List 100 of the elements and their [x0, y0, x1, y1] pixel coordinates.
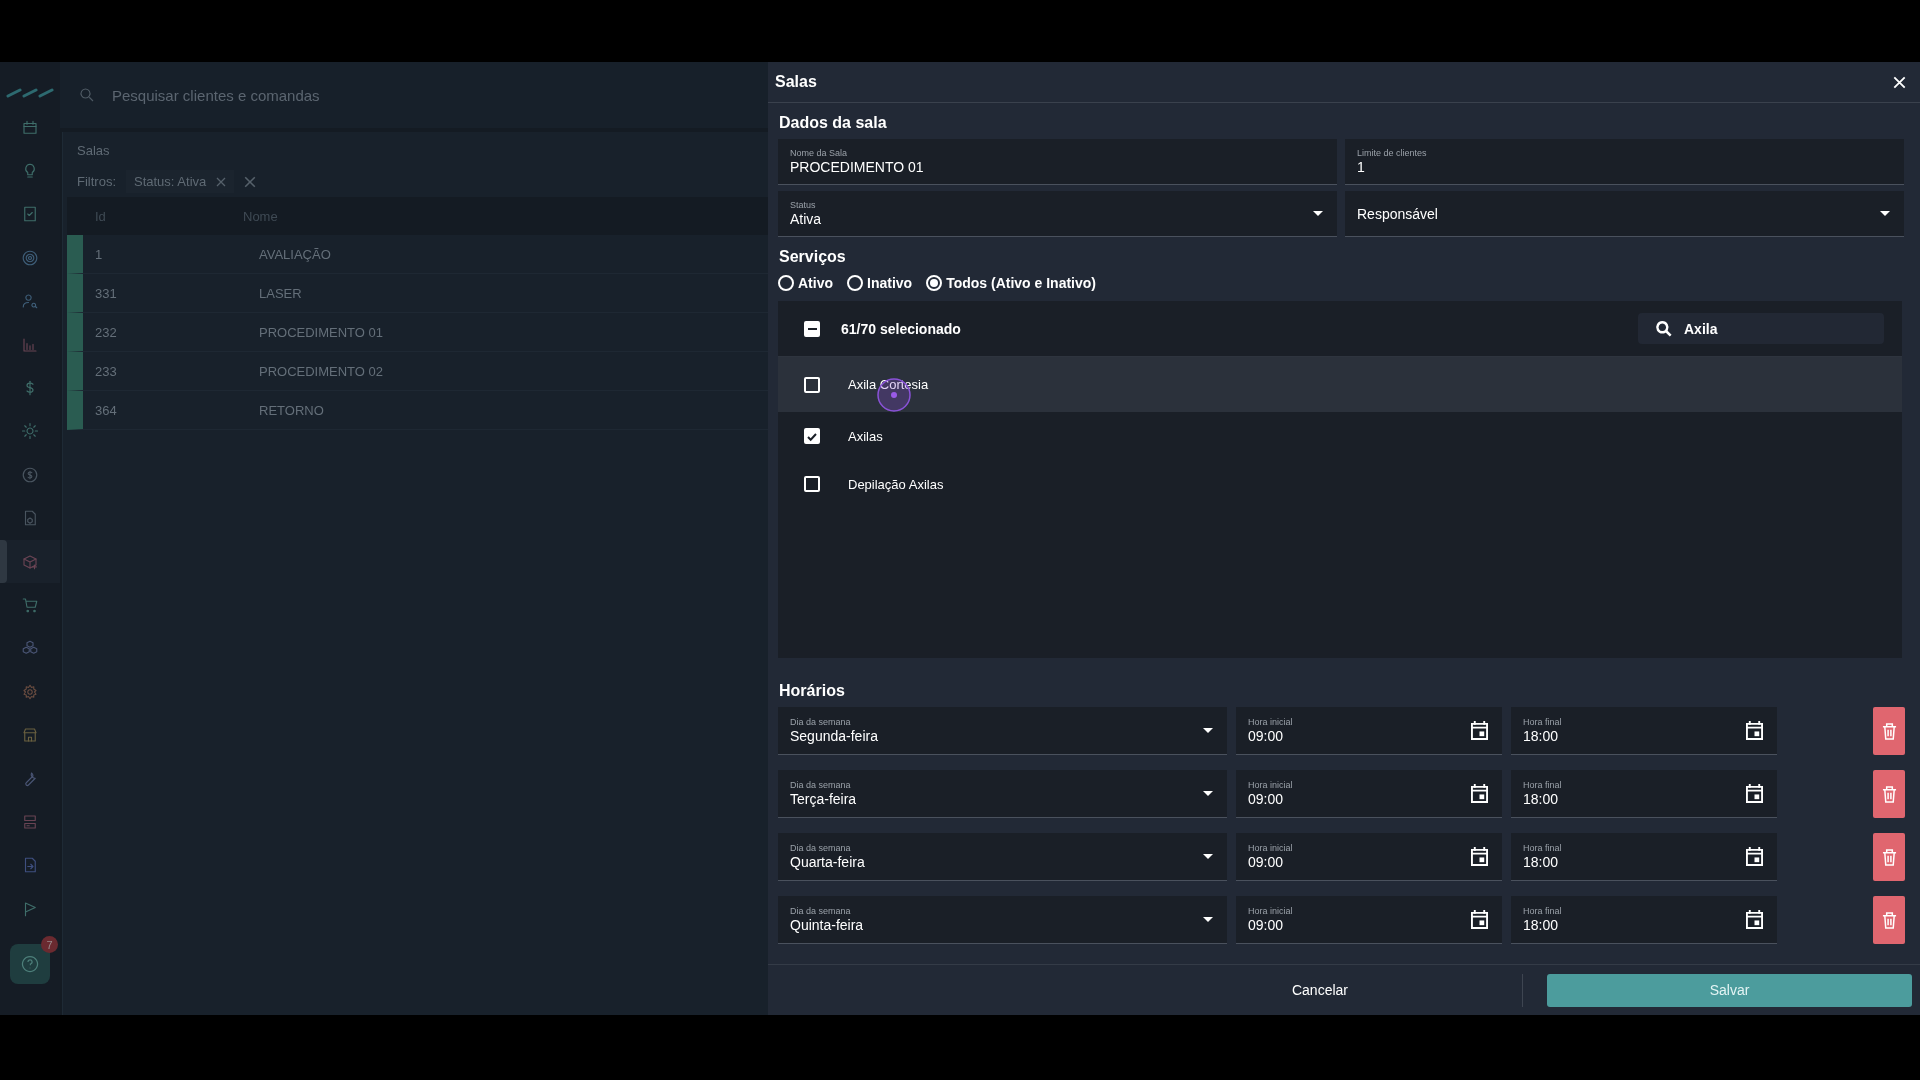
target-icon — [21, 248, 39, 267]
table-cell-text: 233 — [94, 363, 118, 379]
calendar-icon[interactable] — [1471, 847, 1488, 866]
search-icon — [1654, 319, 1674, 339]
calendar-icon[interactable] — [1746, 847, 1763, 866]
calendar-icon[interactable] — [1746, 784, 1763, 803]
field-label: Hora inicial — [1248, 906, 1293, 916]
radio-option[interactable]: Ativo — [778, 275, 833, 291]
field-label: Dia da semana — [790, 717, 852, 727]
calendar-icon[interactable] — [1471, 721, 1488, 740]
field-value: 18:00 — [1523, 854, 1560, 870]
store-icon — [21, 726, 39, 745]
caret-icon — [1203, 791, 1213, 796]
table-cell-text: 364 — [94, 402, 118, 418]
calendar-icon — [21, 118, 39, 137]
field-label: Hora inicial — [1248, 843, 1293, 853]
time-field[interactable]: Hora final 18:00 — [1511, 707, 1777, 755]
select-field[interactable]: Status Ativa — [778, 191, 1337, 237]
caret-icon — [1203, 854, 1213, 859]
search-field[interactable]: Axila — [1638, 313, 1884, 344]
field-value: 18:00 — [1523, 917, 1560, 933]
help-icon — [20, 954, 40, 975]
select-field[interactable]: Dia da semana Terça-feira — [778, 770, 1227, 818]
dialog-title: Salas — [775, 73, 817, 91]
time-field[interactable]: Hora final 18:00 — [1511, 770, 1777, 818]
field-label: Limite de clientes — [1357, 148, 1427, 158]
field-label: Hora inicial — [1248, 780, 1293, 790]
clipboard-icon — [21, 205, 39, 224]
input-field[interactable]: Nome da Sala PROCEDIMENTO 01 — [778, 139, 1337, 185]
service-item[interactable]: Depilação Axilas — [778, 460, 1902, 508]
cart-icon — [21, 596, 39, 614]
field-label: Dia da semana — [790, 843, 852, 853]
field-value: Terça-feira — [790, 791, 857, 807]
filters-label: Filtros: — [77, 174, 116, 189]
time-field[interactable]: Hora inicial 09:00 — [1236, 896, 1502, 944]
field-label: Hora final — [1523, 717, 1562, 727]
field-value: 09:00 — [1248, 917, 1285, 933]
select-field[interactable]: Dia da semana Segunda-feira — [778, 707, 1227, 755]
time-field[interactable]: Hora inicial 09:00 — [1236, 770, 1502, 818]
field-value: Quinta-feira — [790, 917, 864, 933]
checkbox[interactable] — [804, 320, 820, 337]
field-value: 18:00 — [1523, 728, 1560, 744]
checkbox[interactable] — [804, 476, 820, 492]
calendar-icon[interactable] — [1471, 910, 1488, 929]
server-icon — [21, 812, 39, 831]
select-field[interactable]: Responsável — [1345, 191, 1904, 237]
cancel-button[interactable]: Cancelar — [1277, 974, 1362, 1006]
field-value: Segunda-feira — [790, 728, 878, 744]
table-cell: RETORNO — [259, 402, 324, 418]
caret-icon — [1203, 728, 1213, 733]
list-title: Salas — [76, 142, 111, 160]
radio-option[interactable]: Inativo — [847, 275, 913, 291]
field-value: 09:00 — [1248, 791, 1285, 807]
table-cell-text: 331 — [94, 285, 118, 301]
service-item[interactable]: Axilas — [778, 412, 1902, 460]
field-value: 1 — [1357, 159, 1366, 175]
clear-filters-icon[interactable] — [244, 175, 257, 188]
field-label: Hora final — [1523, 780, 1562, 790]
select-field[interactable]: Dia da semana Quarta-feira — [778, 833, 1227, 881]
coin-icon — [21, 465, 39, 484]
table-cell-text: 232 — [94, 324, 118, 340]
section-heading: Dados da sala — [778, 113, 888, 133]
delete-button[interactable] — [1873, 896, 1905, 944]
select-field[interactable]: Dia da semana Quinta-feira — [778, 896, 1227, 944]
selection-count: 61/70 selecionado — [841, 320, 962, 337]
service-item[interactable]: Axila Cortesia — [778, 357, 1902, 412]
sidebar-item[interactable] — [0, 539, 60, 584]
search-field[interactable]: Pesquisar clientes e comandas — [60, 62, 768, 128]
field-value: Ativa — [790, 211, 822, 227]
calendar-icon[interactable] — [1746, 721, 1763, 740]
checkbox[interactable] — [804, 376, 820, 393]
checkbox[interactable] — [804, 428, 820, 444]
delete-button[interactable] — [1873, 833, 1905, 881]
field-label: Nome da Sala — [790, 148, 849, 158]
time-field[interactable]: Hora final 18:00 — [1511, 833, 1777, 881]
caret-icon — [1203, 917, 1213, 922]
field-value: 18:00 — [1523, 791, 1560, 807]
radio-option[interactable]: Todos (Ativo e Inativo) — [926, 275, 1096, 291]
time-field[interactable]: Hora final 18:00 — [1511, 896, 1777, 944]
calendar-icon[interactable] — [1471, 784, 1488, 803]
time-field[interactable]: Hora inicial 09:00 — [1236, 833, 1502, 881]
delete-button[interactable] — [1873, 770, 1905, 818]
input-field[interactable]: Limite de clientes 1 — [1345, 139, 1904, 185]
field-value: PROCEDIMENTO 01 — [790, 159, 924, 175]
field-label: Hora final — [1523, 906, 1562, 916]
table-cell: PROCEDIMENTO 02 — [259, 363, 383, 379]
calendar-icon[interactable] — [1746, 910, 1763, 929]
delete-button[interactable] — [1873, 707, 1905, 755]
field-label: Dia da semana — [790, 780, 852, 790]
caret-icon — [1880, 211, 1890, 216]
field-label: Hora final — [1523, 843, 1562, 853]
table-cell-text: 1 — [94, 246, 104, 262]
logo-icon — [6, 88, 54, 98]
time-field[interactable]: Hora inicial 09:00 — [1236, 707, 1502, 755]
field-label: Responsável — [1357, 205, 1438, 222]
table-cell: PROCEDIMENTO 01 — [259, 324, 383, 340]
field-label: Dia da semana — [790, 906, 852, 916]
trash-icon — [1881, 785, 1897, 803]
search-icon — [78, 86, 96, 104]
trash-icon — [1881, 848, 1897, 866]
